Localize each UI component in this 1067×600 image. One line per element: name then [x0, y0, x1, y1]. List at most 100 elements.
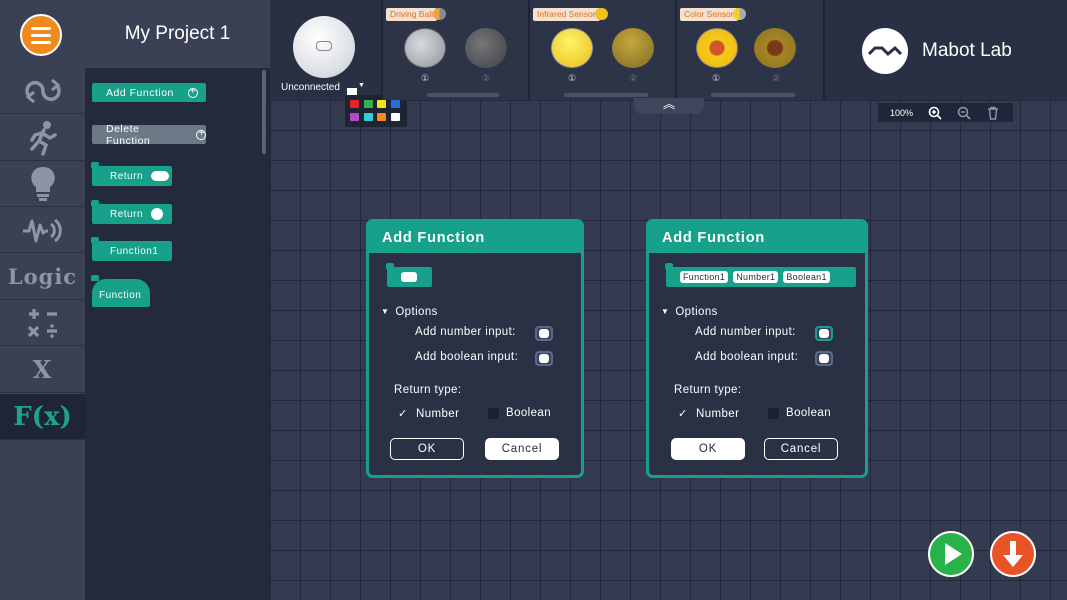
- return-number-label: Number: [416, 407, 460, 420]
- unit-number: ②: [629, 73, 638, 83]
- math-operators-icon: [27, 308, 57, 338]
- function-name-slot: [401, 272, 417, 282]
- check-icon: ✓: [398, 408, 408, 420]
- return-type-label: Return type:: [394, 384, 462, 396]
- category-loop[interactable]: [0, 68, 85, 114]
- delete-function-button[interactable]: Delete Function: [92, 122, 206, 147]
- color-swatch-dropdown[interactable]: ▼: [347, 82, 365, 96]
- zoom-in-icon: [928, 106, 942, 120]
- options-toggle[interactable]: ▼ Options: [381, 306, 438, 318]
- return-block[interactable]: Return: [91, 200, 172, 224]
- category-sound[interactable]: [0, 207, 85, 253]
- add-function-dialog: Add Function Function1 Number1 Boolean1 …: [646, 219, 868, 478]
- dialog-title: Add Function: [369, 222, 581, 253]
- palette-scrollbar[interactable]: [262, 70, 266, 154]
- module-scrollbar[interactable]: [564, 93, 648, 97]
- number-input-checkbox[interactable]: [815, 326, 833, 341]
- return-number-option[interactable]: ✓ Number: [398, 407, 460, 421]
- color-swatch-option[interactable]: [390, 113, 400, 121]
- function1-call-block[interactable]: Function1: [91, 237, 172, 261]
- robot-face-icon: [316, 41, 332, 51]
- driving-ball-unit-2[interactable]: [465, 28, 507, 68]
- color-sensor-unit-1[interactable]: [696, 28, 738, 68]
- return-boolean-option[interactable]: Boolean: [768, 407, 831, 419]
- boolean-input-label: Add boolean input:: [415, 351, 519, 363]
- options-label: Options: [395, 306, 438, 318]
- trash-button[interactable]: [986, 106, 1000, 120]
- boolean-input-checkbox[interactable]: [815, 351, 833, 366]
- return-block[interactable]: Return: [91, 162, 172, 186]
- loop-icon: [24, 78, 61, 103]
- run-button[interactable]: [928, 531, 974, 577]
- function1-block-label: Function1: [110, 245, 159, 257]
- number-input-label: Add number input:: [695, 326, 796, 338]
- delete-function-label: Delete Function: [106, 122, 151, 147]
- category-variables[interactable]: X: [0, 347, 85, 393]
- module-driving-ball: Driving Ball ① ②: [381, 0, 528, 100]
- unit-number: ①: [421, 73, 430, 83]
- bulb-icon: [30, 166, 55, 201]
- category-variables-label: X: [32, 355, 53, 384]
- collapse-device-bar-button[interactable]: ︽: [634, 98, 704, 114]
- zoom-out-icon: [957, 106, 971, 120]
- unit-number: ①: [712, 73, 721, 83]
- color-swatch-option[interactable]: [390, 100, 400, 108]
- color-swatch-option[interactable]: [350, 113, 359, 121]
- color-swatch-option[interactable]: [377, 100, 386, 108]
- cancel-button[interactable]: Cancel: [485, 438, 559, 460]
- mabot-logo: [862, 28, 908, 74]
- function-name-chip[interactable]: Function1: [680, 271, 729, 283]
- boolean-slot: [151, 208, 164, 220]
- category-functions[interactable]: F(x): [0, 394, 85, 440]
- ok-button[interactable]: OK: [671, 438, 745, 460]
- return-number-option[interactable]: ✓ Number: [678, 407, 740, 421]
- mabot-logo-mark: [867, 45, 903, 57]
- category-logic-label: Logic: [7, 264, 78, 289]
- options-toggle[interactable]: ▼ Options: [661, 306, 718, 318]
- project-title[interactable]: My Project 1: [85, 0, 270, 68]
- add-function-dialog: Add Function ▼ Options Add number input: …: [366, 219, 584, 478]
- category-logic[interactable]: Logic: [0, 254, 85, 300]
- category-light[interactable]: [0, 161, 85, 207]
- hamburger-menu-button[interactable]: [20, 14, 62, 56]
- download-to-robot-button[interactable]: [990, 531, 1036, 577]
- number-input-checkbox[interactable]: [535, 326, 553, 341]
- check-icon: ✓: [678, 408, 688, 420]
- boolean-param-chip[interactable]: Boolean1: [783, 271, 830, 283]
- return-boolean-label: Boolean: [506, 407, 552, 419]
- dialog-title: Add Function: [649, 222, 865, 253]
- function-definition-block[interactable]: Function: [91, 275, 150, 307]
- main-controller-ball[interactable]: [293, 16, 355, 78]
- color-swatch-option[interactable]: [363, 113, 373, 121]
- unit-number: ①: [568, 73, 577, 83]
- color-swatch-option[interactable]: [377, 113, 386, 121]
- infrared-sensor-unit-1[interactable]: [551, 28, 593, 68]
- function-block-label: Function: [99, 290, 142, 301]
- cancel-button[interactable]: Cancel: [764, 438, 838, 460]
- add-function-button[interactable]: Add Function: [92, 83, 206, 102]
- category-rail: Logic X F(x): [0, 0, 85, 600]
- plus-circle-icon: [187, 86, 198, 98]
- return-boolean-option[interactable]: Boolean: [488, 407, 551, 419]
- color-swatch-option[interactable]: [363, 100, 373, 108]
- color-swatch-option[interactable]: [350, 100, 359, 108]
- category-math[interactable]: [0, 300, 85, 346]
- color-sensor-unit-2[interactable]: [754, 28, 796, 68]
- return-number-label: Number: [696, 407, 740, 420]
- return-block-label: Return: [110, 170, 144, 182]
- function-preview-block: [386, 263, 432, 287]
- boolean-input-label: Add boolean input:: [695, 351, 799, 363]
- color-sensor-tag-icon: [733, 8, 746, 20]
- module-scrollbar[interactable]: [711, 93, 795, 97]
- zoom-in-button[interactable]: [928, 106, 942, 120]
- ok-button[interactable]: OK: [390, 438, 464, 460]
- boolean-input-checkbox[interactable]: [535, 351, 553, 366]
- number-param-chip[interactable]: Number1: [733, 271, 779, 283]
- download-arrow-icon: [1003, 541, 1023, 567]
- category-motion[interactable]: [0, 115, 85, 161]
- infrared-sensor-unit-2[interactable]: [612, 28, 654, 68]
- driving-ball-unit-1[interactable]: [404, 28, 446, 68]
- module-scrollbar[interactable]: [427, 93, 499, 97]
- return-type-label: Return type:: [674, 384, 742, 396]
- zoom-out-button[interactable]: [957, 106, 971, 120]
